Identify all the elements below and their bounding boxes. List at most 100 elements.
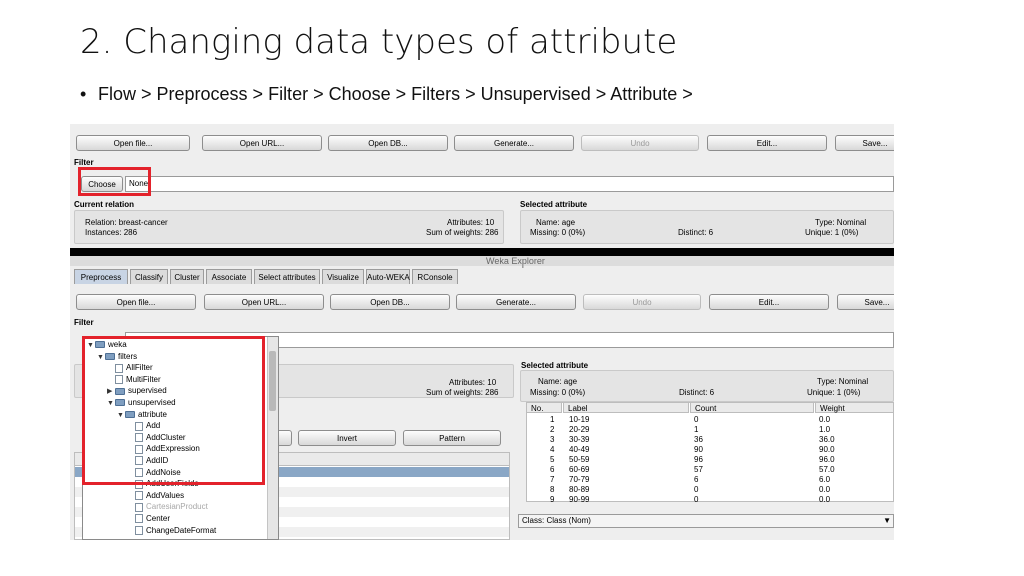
tree-label: Center (146, 514, 171, 523)
tree-item[interactable]: Add (127, 420, 160, 431)
tree-item[interactable]: AddCluster (127, 432, 186, 443)
tree-item[interactable]: Center (127, 513, 170, 524)
class-select-value: Class: Class (Nom) (522, 516, 591, 525)
scrollbar-thumb[interactable] (269, 351, 276, 411)
tab-cluster[interactable]: Cluster (170, 269, 204, 284)
tree-folder[interactable]: ▼ weka (87, 339, 127, 350)
save-button[interactable]: Save... (835, 135, 894, 151)
tree-label: MultiFilter (126, 374, 161, 384)
file-icon (135, 491, 143, 501)
collapsed-toggle-icon[interactable]: ▶ (107, 386, 115, 397)
tree-folder[interactable]: ▶ supervised (107, 385, 167, 396)
tree-label: ChangeDateFormat (146, 525, 217, 535)
explorer-attr-unique: Unique: 1 (0%) (807, 388, 861, 397)
cell-count: 0 (694, 485, 699, 494)
explorer-open-db-button[interactable]: Open DB... (330, 294, 450, 310)
open-url-button[interactable]: Open URL... (202, 135, 322, 151)
tree-label: AddValues (146, 490, 185, 500)
file-icon (135, 456, 143, 466)
tree-item[interactable]: AddExpression (127, 443, 200, 454)
explorer-generate-button[interactable]: Generate... (456, 294, 576, 310)
tree-label: AddID (146, 456, 169, 465)
file-icon (135, 514, 143, 524)
explorer-save-button[interactable]: Save... (837, 294, 894, 310)
tree-folder[interactable]: ▼ filters (97, 351, 137, 362)
title-bar (70, 256, 894, 266)
filter-label: Filter (74, 158, 94, 167)
explorer-open-url-button[interactable]: Open URL... (204, 294, 324, 310)
tab-classify[interactable]: Classify (130, 269, 168, 284)
tab-auto-weka[interactable]: Auto-WEKA (366, 269, 410, 284)
tab-associate[interactable]: Associate (206, 269, 252, 284)
cell-label: 50-59 (569, 455, 590, 464)
tree-folder[interactable]: ▼ attribute (117, 409, 167, 420)
tree-item[interactable]: AllFilter (107, 362, 153, 373)
tab-visualize[interactable]: Visualize (322, 269, 364, 284)
col-no[interactable]: No. (526, 402, 562, 413)
tree-item[interactable]: MultiFilter (107, 374, 161, 385)
cell-weight: 57.0 (819, 465, 835, 474)
folder-icon (125, 410, 135, 418)
tab-preprocess[interactable]: Preprocess (74, 269, 128, 284)
edit-button[interactable]: Edit... (707, 135, 827, 151)
tree-label: attribute (138, 409, 167, 419)
cell-weight: 0.0 (819, 415, 831, 424)
relation-text: Relation: breast-cancer (85, 218, 168, 227)
cell-label: 60-69 (569, 465, 590, 474)
expanded-toggle-icon[interactable]: ▼ (97, 352, 105, 363)
explorer-filter-label: Filter (74, 318, 94, 327)
tab-strip: Preprocess Classify Cluster Associate Se… (74, 269, 894, 284)
undo-button[interactable]: Undo (581, 135, 699, 151)
file-icon (135, 525, 143, 535)
tree-item[interactable]: CartesianProduct (127, 501, 208, 512)
file-icon (135, 421, 143, 431)
cell-label: 20-29 (569, 425, 590, 434)
col-label[interactable]: Label (563, 402, 689, 413)
explorer-sum-weights: Sum of weights: 286 (426, 388, 499, 397)
explorer-edit-button[interactable]: Edit... (709, 294, 829, 310)
choose-button[interactable]: Choose (81, 176, 123, 192)
expanded-toggle-icon[interactable]: ▼ (117, 410, 125, 421)
cell-no: 6 (550, 465, 555, 474)
tree-label: weka (108, 340, 127, 349)
expanded-toggle-icon[interactable]: ▼ (87, 340, 95, 351)
tab-select-attributes[interactable]: Select attributes (254, 269, 320, 284)
cell-weight: 96.0 (819, 455, 835, 464)
cell-label: 70-79 (569, 475, 590, 484)
file-icon (135, 444, 143, 454)
cell-weight: 6.0 (819, 475, 831, 484)
invert-button[interactable]: Invert (298, 430, 396, 446)
pattern-button[interactable]: Pattern (403, 430, 501, 446)
instances-text: Instances: 286 (85, 228, 138, 237)
explorer-undo-button[interactable]: Undo (583, 294, 701, 310)
class-select[interactable]: Class: Class (Nom) ▼ (518, 514, 894, 528)
explorer-selected-attribute-panel (520, 370, 894, 402)
sum-weights: Sum of weights: 286 (426, 228, 499, 237)
folder-icon (105, 352, 115, 360)
col-count[interactable]: Count (690, 402, 814, 413)
tree-item[interactable]: AddNoise (127, 467, 181, 478)
tab-rconsole[interactable]: RConsole (412, 269, 458, 284)
cell-label: 30-39 (569, 435, 590, 444)
selected-attribute-panel (520, 210, 894, 244)
file-icon (135, 479, 143, 489)
tree-scrollbar[interactable] (267, 337, 278, 539)
explorer-open-file-button[interactable]: Open file... (76, 294, 196, 310)
tree-item[interactable]: AddID (127, 455, 168, 466)
generate-button[interactable]: Generate... (454, 135, 574, 151)
cell-weight: 0.0 (819, 485, 831, 494)
tree-item[interactable]: AddUserFields (127, 478, 198, 489)
tree-folder[interactable]: ▼ unsupervised (107, 397, 176, 408)
col-weight[interactable]: Weight (815, 402, 894, 413)
filter-field[interactable]: None (125, 176, 894, 192)
tree-item[interactable]: ChangeDateFormat (127, 525, 216, 536)
tree-label: AddNoise (146, 467, 181, 477)
tree-item[interactable]: AddValues (127, 490, 184, 501)
explorer-attr-missing: Missing: 0 (0%) (530, 388, 586, 397)
expanded-toggle-icon[interactable]: ▼ (107, 398, 115, 409)
filter-tree[interactable]: ▼ weka ▼ filters AllFilter MultiFilter ▶ superv… (82, 336, 279, 540)
slide-bullet: • Flow > Preprocess > Filter > Choose > F… (80, 84, 693, 105)
cell-no: 5 (550, 455, 555, 464)
open-db-button[interactable]: Open DB... (328, 135, 448, 151)
open-file-button[interactable]: Open file... (76, 135, 190, 151)
